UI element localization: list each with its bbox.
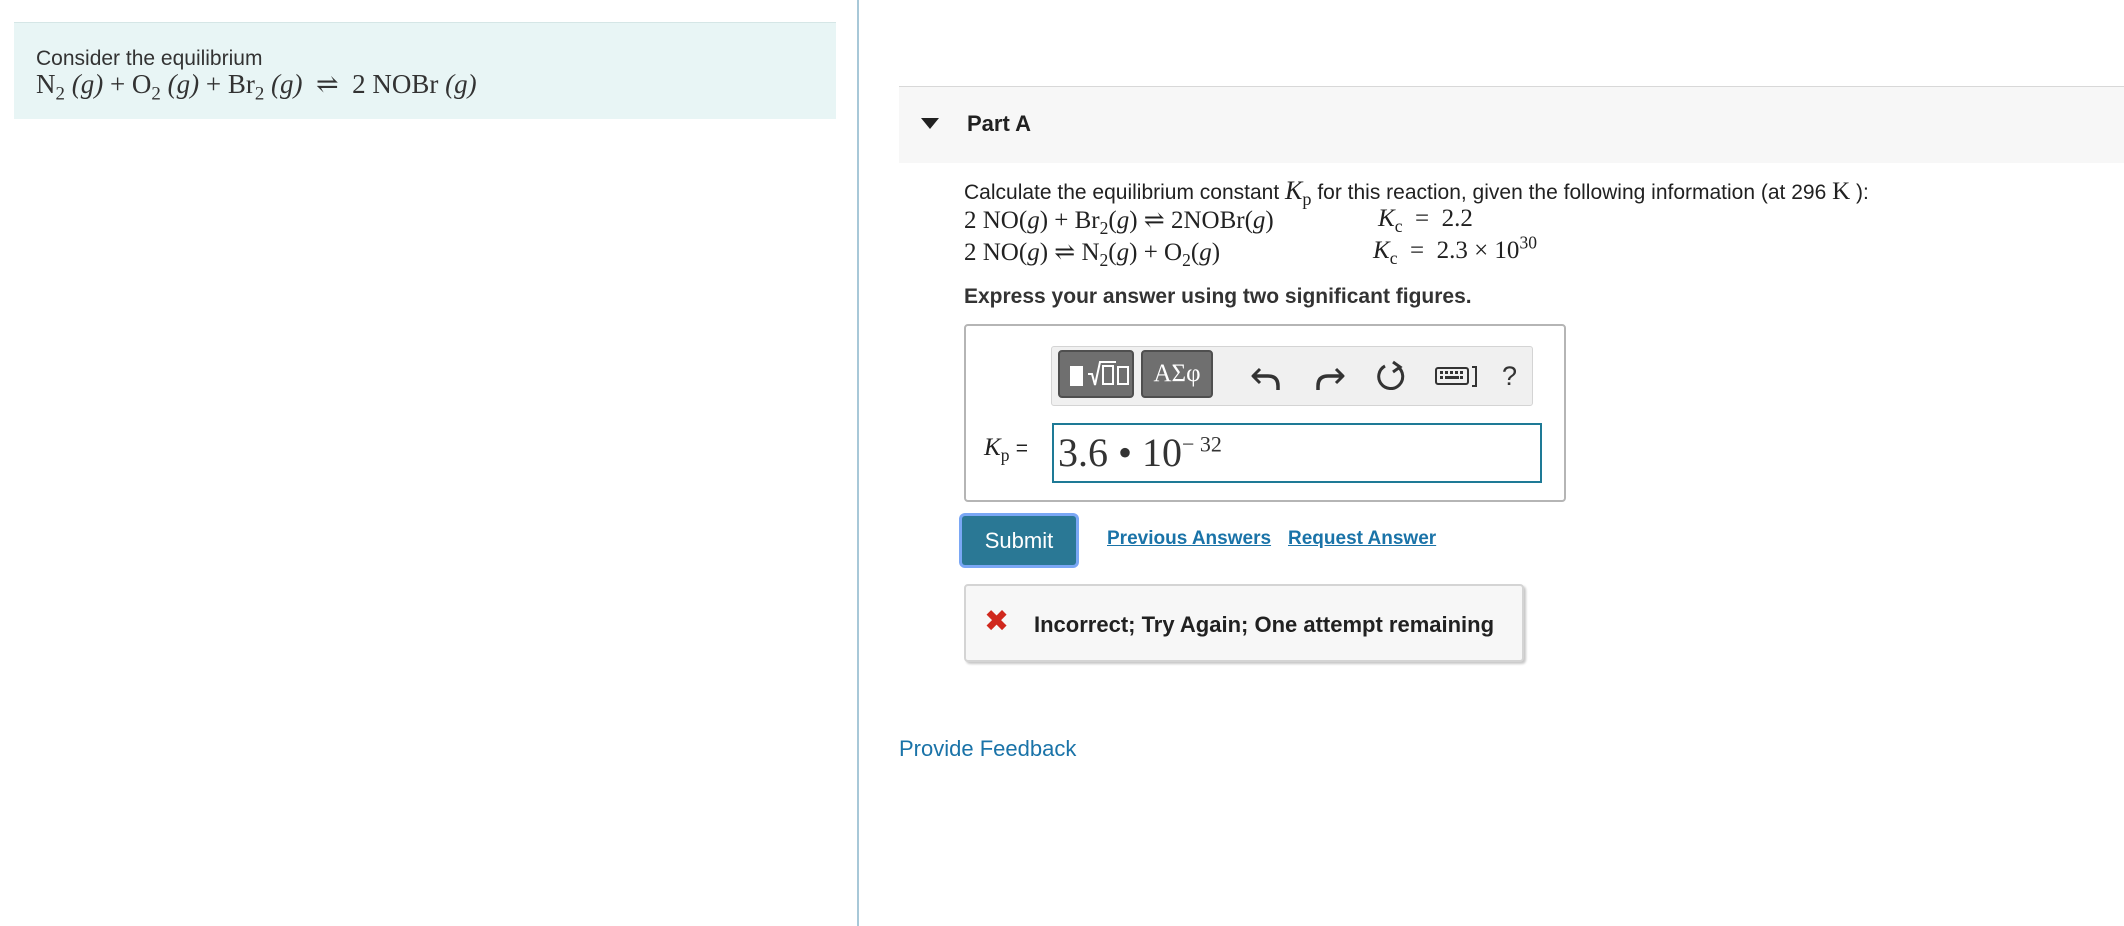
reaction-2: 2 NO(g) ⇌ N2(g) + O2(g) — [964, 239, 1221, 270]
eq-product: 2 NOBr — [352, 69, 439, 99]
templates-button[interactable] — [1058, 350, 1134, 398]
kp-label: Kp = — [984, 434, 1028, 465]
provide-feedback-link[interactable]: Provide Feedback — [899, 736, 1076, 762]
part-a-header[interactable]: Part A — [899, 86, 2124, 163]
intro-equation: N2 (g) + O2 (g) + Br2 (g) ⇌ 2 NOBr (g) — [36, 69, 477, 105]
reset-icon[interactable] — [1374, 359, 1408, 393]
feedback-box: ✖ Incorrect; Try Again; One attempt rema… — [964, 584, 1524, 662]
math-toolbar: ΑΣφ ? — [1051, 346, 1533, 406]
redo-icon[interactable] — [1312, 359, 1346, 393]
intro-text: Consider the equilibrium — [36, 47, 263, 70]
question-text: Calculate the equilibrium constant Kp fo… — [964, 176, 1869, 210]
reaction-1: 2 NO(g) + Br2(g) ⇌ 2NOBr(g) — [964, 207, 1274, 238]
left-pane: Consider the equilibrium N2 (g) + O2 (g)… — [0, 0, 859, 926]
answer-box: ΑΣφ ? Kp = 3.6 • 10− 32 — [964, 324, 1566, 502]
greek-symbols-button[interactable]: ΑΣφ — [1141, 350, 1213, 398]
eq-n2-state: (g) — [71, 69, 104, 99]
reaction-1-k: Kc = 2.2 — [1378, 205, 1473, 236]
eq-br2: Br — [227, 69, 255, 99]
help-icon[interactable]: ? — [1502, 361, 1517, 392]
answer-value: 3.6 • 10− 32 — [1058, 430, 1222, 475]
reaction-2-k: Kc = 2.3 × 1030 — [1373, 232, 1537, 268]
part-title: Part A — [967, 111, 1031, 136]
eq-o2: O — [131, 69, 152, 99]
intro-box: Consider the equilibrium N2 (g) + O2 (g)… — [14, 22, 836, 119]
equilibrium-arrow: ⇌ — [1054, 239, 1076, 266]
instruction-text: Express your answer using two significan… — [964, 285, 1472, 308]
request-answer-link[interactable]: Request Answer — [1288, 528, 1436, 550]
eq-n2: N — [36, 69, 56, 99]
equilibrium-arrow: ⇌ — [316, 69, 339, 99]
previous-answers-link[interactable]: Previous Answers — [1107, 528, 1271, 550]
feedback-message: Incorrect; Try Again; One attempt remain… — [1034, 612, 1495, 637]
error-x-icon: ✖ — [984, 605, 1010, 638]
templates-icon — [1070, 361, 1129, 386]
equilibrium-arrow: ⇌ — [1143, 207, 1165, 234]
submit-button[interactable]: Submit — [962, 516, 1076, 565]
keyboard-icon[interactable] — [1434, 359, 1482, 393]
undo-icon[interactable] — [1250, 359, 1284, 393]
answer-input[interactable]: 3.6 • 10− 32 — [1052, 423, 1542, 483]
collapse-caret-icon[interactable] — [921, 118, 939, 129]
